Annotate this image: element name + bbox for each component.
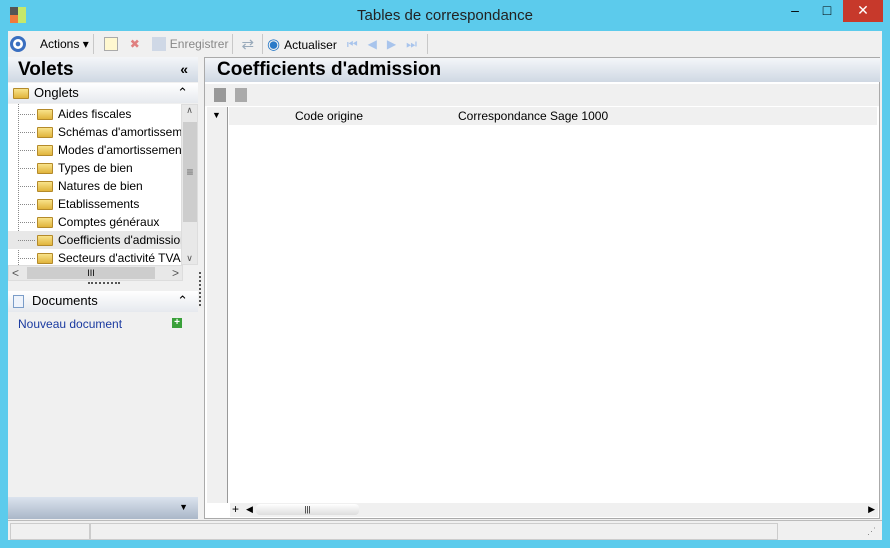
close-button[interactable]: ✕	[843, 0, 883, 22]
folder-icon	[13, 88, 29, 100]
tab-item[interactable]: Schémas d'amortissement	[8, 123, 182, 141]
sync-icon[interactable]: ⇄	[241, 35, 254, 53]
resize-grip[interactable]: ⋰	[867, 526, 876, 537]
document-icon	[13, 295, 24, 309]
folder-icon	[37, 109, 53, 121]
splitter-handle[interactable]	[88, 282, 120, 284]
folder-icon	[37, 235, 53, 247]
new-icon[interactable]	[103, 37, 118, 51]
tab-item[interactable]: Etablissements	[8, 195, 182, 213]
row-icon[interactable]	[214, 88, 226, 102]
tab-item[interactable]: Secteurs d'activité TVA	[8, 249, 182, 265]
scroll-thumb[interactable]: ≡	[183, 122, 197, 222]
window-title: Tables de correspondance	[357, 7, 533, 24]
grid-toolbar	[205, 84, 879, 106]
tree-vertical-scrollbar[interactable]: ∧ ≡ ∨	[181, 104, 198, 265]
row-edit-icon[interactable]	[235, 88, 247, 102]
folder-icon	[37, 145, 53, 157]
tab-item[interactable]: Coefficients d'admission	[8, 231, 182, 249]
chevron-down-icon[interactable]: ▼	[179, 502, 188, 512]
add-icon[interactable]: +	[172, 318, 182, 328]
save-icon	[151, 37, 166, 52]
page-title: Coefficients d'admission	[205, 58, 880, 82]
panes-header: Volets «	[8, 57, 198, 82]
folder-icon	[37, 181, 53, 193]
collapse-section-icon[interactable]: ⌃	[177, 83, 188, 103]
previous-icon[interactable]: ◀	[368, 37, 377, 51]
refresh-icon: ◉	[267, 36, 281, 53]
folder-icon	[37, 127, 53, 139]
refresh-button[interactable]: ◉ Actualiser	[267, 35, 337, 53]
grid-horizontal-scrollbar[interactable]: + ◀ ||| ▶	[230, 502, 878, 517]
collapse-panes-button[interactable]: «	[180, 57, 188, 82]
main-panel	[204, 57, 880, 519]
add-row-icon[interactable]: +	[232, 502, 239, 516]
app-icon	[10, 7, 26, 23]
tab-item[interactable]: Comptes généraux	[8, 213, 182, 231]
folder-icon	[37, 253, 53, 265]
documents-section-header[interactable]: Documents ⌃	[8, 291, 198, 312]
tab-item[interactable]: Aides fiscales	[8, 105, 182, 123]
row-header-column: ▼	[207, 107, 228, 503]
column-header-correspondance[interactable]: Correspondance Sage 1000	[458, 107, 608, 125]
vertical-splitter-handle[interactable]	[199, 272, 201, 306]
tab-item[interactable]: Natures de bien	[8, 177, 182, 195]
next-icon[interactable]: ▶	[387, 37, 396, 51]
new-document-link[interactable]: Nouveau document	[18, 317, 122, 331]
collapse-section-icon[interactable]: ⌃	[177, 291, 188, 311]
folder-icon	[37, 217, 53, 229]
maximize-button[interactable]: □	[810, 0, 844, 22]
delete-icon[interactable]: ✖	[130, 37, 140, 51]
home-icon[interactable]	[10, 36, 26, 52]
folder-icon	[37, 163, 53, 175]
first-icon[interactable]: ⏮	[347, 37, 358, 52]
status-cell	[90, 523, 778, 540]
save-button[interactable]: Enregistrer	[151, 37, 228, 52]
status-bar: ⋰	[8, 520, 882, 540]
row-indicator-icon: ▼	[212, 110, 221, 120]
tree-horizontal-scrollbar[interactable]: < III >	[8, 265, 183, 281]
tabs-tree: Aides fiscalesSchémas d'amortissementMod…	[8, 104, 198, 265]
status-cell	[10, 523, 90, 540]
scroll-thumb[interactable]: III	[27, 267, 155, 279]
tab-item[interactable]: Types de bien	[8, 159, 182, 177]
scroll-thumb[interactable]: |||	[256, 504, 359, 515]
tabs-section-header[interactable]: Onglets ⌃	[8, 83, 198, 103]
actions-menu[interactable]: Actions ▾	[40, 37, 89, 51]
minimize-button[interactable]: ‒	[778, 0, 812, 22]
last-icon[interactable]: ⏭	[406, 37, 417, 52]
panes-footer[interactable]: ▼	[8, 497, 198, 519]
folder-icon	[37, 199, 53, 211]
tab-item[interactable]: Modes d'amortissement	[8, 141, 182, 159]
toolbar: Actions ▾ ✖ Enregistrer ⇄ ◉ Actualiser ⏮ …	[10, 31, 432, 57]
column-header-code-origine[interactable]: Code origine	[295, 107, 363, 125]
grid-header: Code origine Correspondance Sage 1000	[229, 107, 877, 125]
